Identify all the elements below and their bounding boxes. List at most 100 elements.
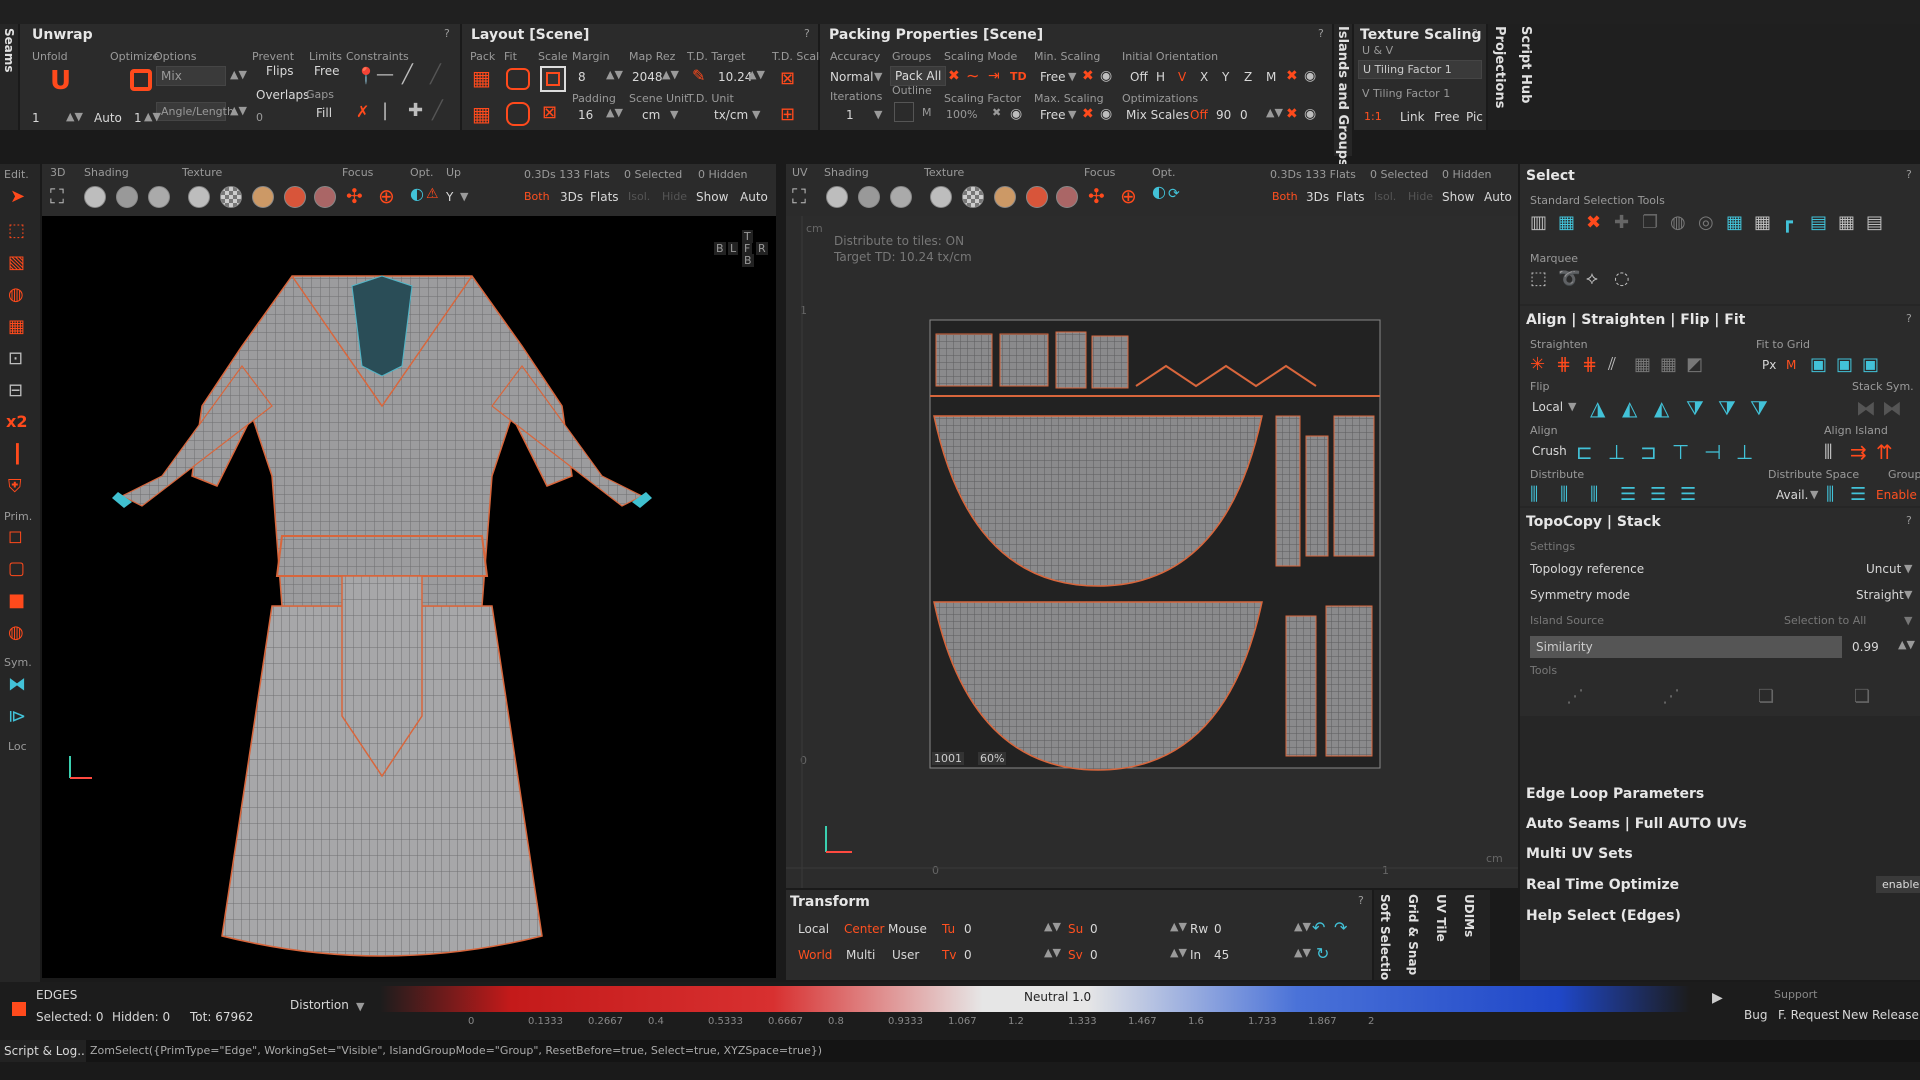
- isol-button[interactable]: Isol.: [628, 190, 650, 203]
- close-icon[interactable]: ✖: [1082, 106, 1094, 122]
- optimize-tool-icon[interactable]: ⊟: [8, 380, 23, 401]
- help-icon[interactable]: ?: [1318, 27, 1324, 40]
- optimize-button[interactable]: [130, 69, 152, 91]
- td-scale-apply-icon[interactable]: ⊞: [780, 104, 795, 125]
- straighten-icon[interactable]: ✳: [1530, 354, 1545, 375]
- straighten-grid-icon[interactable]: ▦: [1634, 354, 1651, 375]
- texture-distortion-icon[interactable]: [284, 186, 306, 208]
- optim-off-button[interactable]: Off: [1190, 108, 1208, 122]
- map-rez-stepper[interactable]: ▲▼: [662, 68, 679, 81]
- uv-layout[interactable]: [786, 216, 1518, 888]
- help-icon[interactable]: ?: [1906, 168, 1912, 181]
- m-button[interactable]: M: [1786, 358, 1796, 372]
- straighten-v-icon[interactable]: ⋕: [1556, 354, 1571, 375]
- warning-icon[interactable]: ⚠: [426, 186, 439, 202]
- cross-icon[interactable]: ✚: [408, 100, 423, 121]
- texture-checker-icon[interactable]: [962, 186, 984, 208]
- distribute-icon[interactable]: ⫼: [1530, 484, 1538, 505]
- center-button[interactable]: Center: [844, 922, 884, 936]
- outline-m-button[interactable]: M: [922, 106, 932, 119]
- opt-icon[interactable]: ◐: [1152, 182, 1166, 201]
- sphere-select-icon[interactable]: ◍: [1670, 212, 1686, 233]
- rto-section[interactable]: Real Time Optimize: [1526, 877, 1679, 893]
- chevron-down-icon[interactable]: ▼: [874, 108, 882, 121]
- texture-color-icon[interactable]: [994, 186, 1016, 208]
- shading-wire-icon[interactable]: [858, 186, 880, 208]
- pack-grid-icon[interactable]: ▦: [472, 102, 491, 126]
- close-icon[interactable]: ✖: [948, 68, 960, 84]
- align-center-icon[interactable]: ⊥: [1608, 440, 1625, 464]
- texture-distortion-icon[interactable]: [1026, 186, 1048, 208]
- crush-button[interactable]: Crush: [1532, 444, 1567, 458]
- sym-mode-dropdown[interactable]: Straight: [1856, 588, 1904, 602]
- help-icon[interactable]: ?: [804, 27, 810, 40]
- shading-solid-icon[interactable]: [84, 186, 106, 208]
- orient-h-button[interactable]: H: [1156, 70, 1165, 84]
- grid-select4-icon[interactable]: ▦: [1838, 212, 1855, 233]
- vertical-line-icon[interactable]: |: [382, 100, 388, 121]
- fit-icon[interactable]: [506, 68, 530, 90]
- udims-tab[interactable]: UDIMs: [1462, 894, 1476, 937]
- unfold-button[interactable]: U: [50, 66, 71, 96]
- min-scaling-dropdown[interactable]: Free: [1040, 70, 1065, 84]
- avail-dropdown[interactable]: Avail.: [1776, 488, 1808, 502]
- select-arrow-icon[interactable]: ➤: [10, 186, 25, 207]
- shading-wire-icon[interactable]: [116, 186, 138, 208]
- straighten-skew-icon[interactable]: ◩: [1686, 354, 1703, 375]
- tv-field[interactable]: 0: [964, 948, 972, 962]
- eye-icon[interactable]: ◉: [1304, 106, 1316, 122]
- shield-icon[interactable]: ⛨: [8, 476, 22, 497]
- orient-z-button[interactable]: Z: [1244, 70, 1252, 84]
- auto-seams-section[interactable]: Auto Seams | Full AUTO UVs: [1526, 816, 1747, 832]
- auto-button[interactable]: Auto: [1484, 190, 1512, 204]
- refresh-icon[interactable]: ⟳: [1168, 186, 1180, 202]
- dist-space-icon[interactable]: ⫼: [1826, 484, 1834, 505]
- hide-button[interactable]: Hide: [1408, 190, 1433, 203]
- lasso-icon[interactable]: ➰: [1558, 268, 1580, 289]
- frame-icon[interactable]: ⛶: [792, 184, 806, 208]
- help-icon[interactable]: ?: [1472, 27, 1478, 40]
- eyedropper-icon[interactable]: ✎: [692, 66, 705, 85]
- stack-sym-icon[interactable]: ⧓: [1856, 396, 1876, 420]
- both-button[interactable]: Both: [1272, 190, 1298, 203]
- free-button[interactable]: Free: [314, 64, 339, 78]
- help-select-section[interactable]: Help Select (Edges): [1526, 908, 1681, 924]
- auto-field[interactable]: Auto: [94, 111, 122, 125]
- scaling-factor-field[interactable]: 100%: [946, 108, 977, 121]
- edge-mode-icon[interactable]: ◻: [8, 526, 23, 547]
- focus-icon[interactable]: ✣: [346, 184, 363, 208]
- chevron-down-icon[interactable]: ▼: [1904, 562, 1912, 575]
- distribute5-icon[interactable]: ☰: [1650, 484, 1666, 505]
- prevent-zero-field[interactable]: 0: [256, 111, 263, 124]
- focus-icon[interactable]: ✣: [1088, 184, 1105, 208]
- rotate-icon[interactable]: ↻: [1316, 944, 1329, 963]
- link-button[interactable]: Link: [1400, 110, 1425, 124]
- optimize-stepper[interactable]: ▲▼: [144, 110, 161, 123]
- local-button[interactable]: Local: [798, 922, 829, 936]
- eye-icon[interactable]: ◉: [1100, 106, 1112, 122]
- stack-icon[interactable]: ❏: [1758, 686, 1774, 707]
- su-stepper[interactable]: ▲▼: [1170, 920, 1187, 933]
- align-top-icon[interactable]: ⊤: [1672, 440, 1689, 464]
- td-stepper[interactable]: ▲▼: [748, 68, 765, 81]
- pic-button[interactable]: Pic: [1466, 110, 1483, 124]
- similarity-stepper[interactable]: ▲▼: [1898, 638, 1915, 651]
- topology2-icon[interactable]: ⋰: [1662, 686, 1680, 707]
- grid-select3-icon[interactable]: ▤: [1810, 212, 1827, 233]
- script-hub-tab[interactable]: Script Hub: [1518, 26, 1533, 103]
- pack-icon[interactable]: ▦: [472, 66, 491, 90]
- help-icon[interactable]: ?: [444, 27, 450, 40]
- play-icon[interactable]: ▶: [1712, 990, 1723, 1006]
- layers-icon[interactable]: ❐: [1642, 212, 1658, 233]
- dist-space2-icon[interactable]: ☰: [1850, 484, 1866, 505]
- px-button[interactable]: Px: [1762, 358, 1776, 372]
- wave-icon[interactable]: ∼: [966, 66, 979, 85]
- distribute4-icon[interactable]: ☰: [1620, 484, 1636, 505]
- rotation-step-field[interactable]: 0: [1240, 108, 1248, 122]
- flats-button[interactable]: Flats: [590, 190, 619, 204]
- ratio-button[interactable]: 1:1: [1364, 110, 1382, 123]
- unwrap-tool-icon[interactable]: ⊡: [8, 348, 23, 369]
- rotation-field[interactable]: 90: [1216, 108, 1231, 122]
- mix-dropdown[interactable]: Mix: [156, 66, 226, 86]
- fit-grid2-icon[interactable]: ▣: [1836, 354, 1853, 375]
